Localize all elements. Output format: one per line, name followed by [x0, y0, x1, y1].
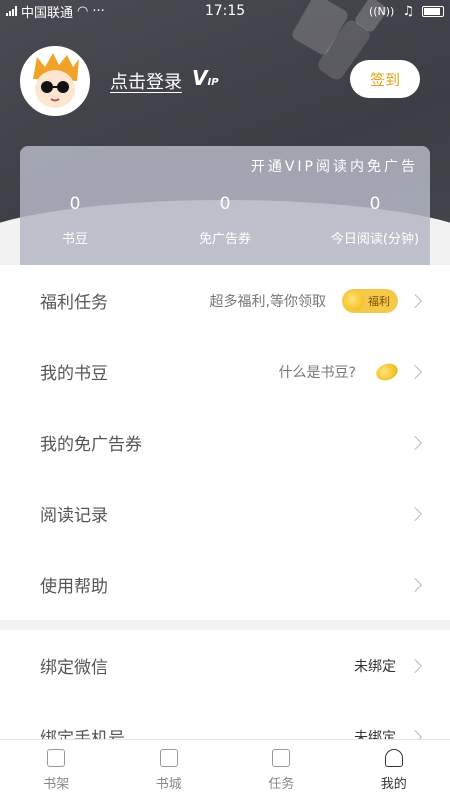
menu-item-ad-free-coupons[interactable]: 我的免广告券 [0, 407, 450, 478]
tab-profile[interactable]: 我的 [338, 740, 450, 800]
battery-icon [422, 5, 444, 17]
clock: 17:15 [204, 3, 246, 19]
stat-ad-free-coupons[interactable]: 0 免广告券 [157, 194, 293, 247]
login-link[interactable]: 点击登录 [110, 68, 182, 94]
menu-item-bind-wechat[interactable]: 绑定微信 未绑定 [0, 630, 450, 701]
stat-value: 0 [219, 194, 231, 214]
profile-icon [384, 748, 403, 767]
tab-label: 书架 [43, 776, 70, 792]
menu-item-hint: 什么是书豆? [278, 364, 356, 381]
menu-item-help[interactable]: 使用帮助 [0, 549, 450, 620]
menu-item-label: 我的书豆 [40, 364, 108, 384]
tab-label: 书城 [155, 776, 182, 792]
stat-label: 免广告券 [198, 232, 251, 247]
cartoon-avatar-icon [23, 49, 87, 113]
stat-book-beans[interactable]: 0 书豆 [7, 194, 143, 247]
menu-item-welfare-tasks[interactable]: 福利任务 超多福利,等你领取 福利 [0, 265, 450, 336]
menu-item-label: 福利任务 [40, 293, 108, 313]
menu-list: 福利任务 超多福利,等你领取 福利 我的书豆 什么是书豆? 我的免广告券 阅读记… [0, 265, 450, 620]
chevron-right-icon [407, 435, 423, 450]
vip-icon: VIP [192, 66, 219, 90]
stat-label: 今日阅读(分钟) [330, 232, 420, 247]
menu-item-label: 使用帮助 [40, 577, 108, 597]
chevron-right-icon [407, 293, 423, 308]
tab-bookshelf[interactable]: 书架 [0, 740, 113, 800]
task-icon [272, 748, 291, 767]
menu-item-label: 阅读记录 [40, 506, 108, 526]
stat-label: 书豆 [61, 232, 88, 247]
bookshelf-icon [47, 748, 66, 767]
menu-item-book-beans[interactable]: 我的书豆 什么是书豆? [0, 336, 450, 407]
tab-label: 我的 [380, 776, 407, 792]
vip-card[interactable]: 开通VIP阅读内免广告 0 书豆 0 免广告券 0 今日阅读(分钟) [20, 146, 430, 266]
chevron-right-icon [407, 506, 423, 521]
tab-tasks[interactable]: 任务 [225, 740, 338, 800]
menu-item-label: 我的免广告券 [40, 435, 142, 455]
coin-icon [344, 290, 364, 311]
stat-value: 0 [69, 194, 81, 214]
bean-icon [373, 360, 401, 383]
welfare-badge: 福利 [342, 288, 398, 313]
menu-item-reading-history[interactable]: 阅读记录 [0, 478, 450, 549]
tab-bookstore[interactable]: 书城 [113, 740, 226, 800]
stat-value: 0 [369, 194, 381, 214]
chevron-right-icon [407, 577, 423, 592]
vip-promo-text[interactable]: 开通VIP阅读内免广告 [251, 156, 418, 176]
status-bar: 中国联通 ◠ ··· 17:15 ((N)) ♫ [0, 0, 450, 22]
bottom-tab-bar: 书架 书城 任务 我的 [0, 739, 450, 800]
bind-status: 未绑定 [354, 658, 396, 675]
menu-item-label: 绑定微信 [40, 658, 108, 678]
bookstore-icon [159, 748, 178, 767]
stat-reading-minutes[interactable]: 0 今日阅读(分钟) [307, 194, 443, 247]
tab-label: 任务 [268, 776, 295, 792]
chevron-right-icon [407, 658, 423, 673]
avatar[interactable] [20, 46, 90, 116]
chevron-right-icon [407, 364, 423, 379]
menu-item-hint: 超多福利,等你领取 [209, 293, 326, 310]
signin-button[interactable]: 签到 [350, 60, 420, 98]
